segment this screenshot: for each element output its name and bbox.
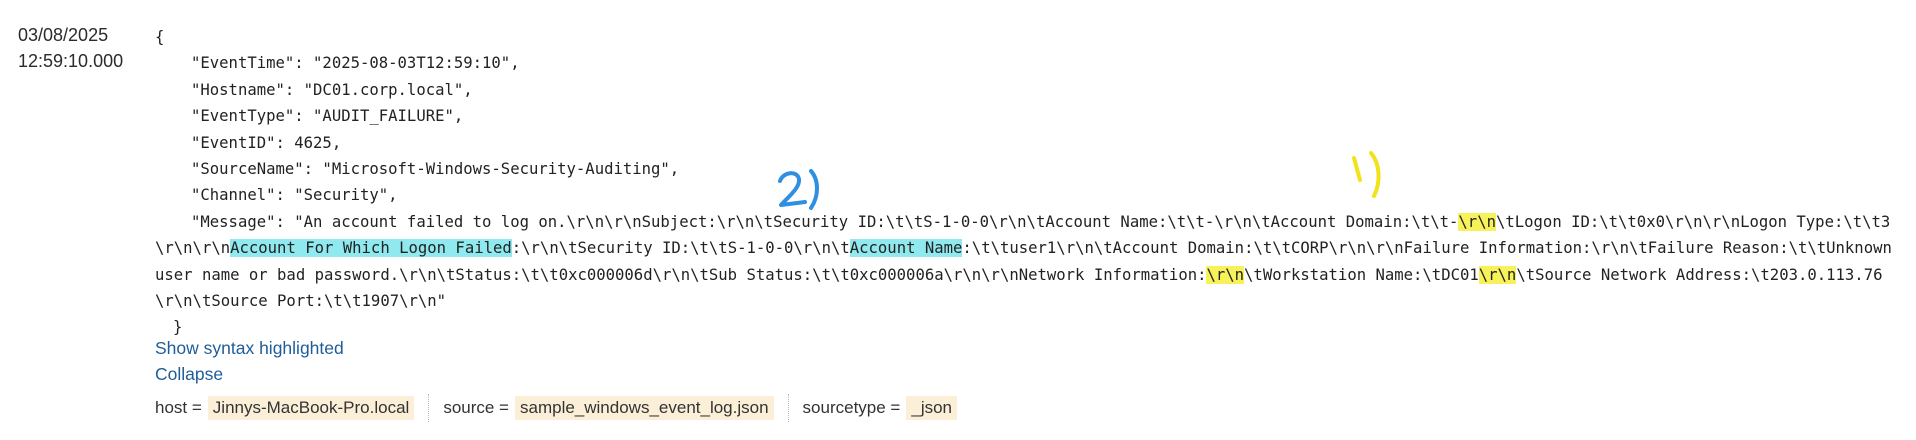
field-host-key: host = xyxy=(155,398,202,417)
json-line-channel: "Channel": "Security", xyxy=(191,186,398,205)
message-highlight-account-name: Account Name xyxy=(849,239,963,258)
annotation-1 xyxy=(1352,151,1381,198)
message-highlight-crlf: \r\n xyxy=(1458,212,1496,231)
message-text: :\r\n\tSecurity ID:\t\tS-1-0-0\r\n\t xyxy=(511,239,850,258)
annotation-2 xyxy=(778,169,819,210)
annotation-2-paren xyxy=(809,169,819,210)
json-line-hostname: "Hostname": "DC01.corp.local", xyxy=(191,80,473,99)
json-line-message: "Message": "An account failed to log on.… xyxy=(155,209,1900,315)
json-line-eventid: "EventID": 4625, xyxy=(191,133,342,152)
field-source-key: source = xyxy=(443,398,509,417)
message-highlight-account-failed: Account For Which Logon Failed xyxy=(230,239,512,258)
json-line-eventtime: "EventTime": "2025-08-03T12:59:10", xyxy=(191,54,520,73)
message-text: \tWorkstation Name:\tDC01 xyxy=(1244,265,1479,284)
annotation-1-digit xyxy=(1352,156,1362,182)
json-line-eventtype: "EventType": "AUDIT_FAILURE", xyxy=(191,107,464,126)
json-close-brace: } xyxy=(173,318,183,337)
field-host: host = Jinnys-MacBook-Pro.local xyxy=(155,394,430,422)
field-source-value[interactable]: sample_windows_event_log.json xyxy=(515,396,774,420)
field-sourcetype: sourcetype = _json xyxy=(803,394,971,422)
event-time: 12:59:10.000 xyxy=(18,51,124,71)
field-host-value[interactable]: Jinnys-MacBook-Pro.local xyxy=(207,396,415,420)
json-open-brace: { xyxy=(155,28,165,46)
field-sourcetype-key: sourcetype = xyxy=(802,398,901,417)
event-json: { "EventTime": "2025-08-03T12:59:10", "H… xyxy=(155,24,1900,341)
event-timestamp: 03/08/2025 12:59:10.000 xyxy=(18,22,123,74)
field-sourcetype-value[interactable]: _json xyxy=(906,396,957,420)
message-highlight-crlf: \r\n xyxy=(1206,265,1245,284)
collapse-link[interactable]: Collapse xyxy=(155,364,223,385)
annotation-1-paren xyxy=(1369,151,1381,198)
field-source: source = sample_windows_event_log.json xyxy=(443,394,789,422)
annotation-2-digit xyxy=(778,171,807,207)
json-line-sourcename: "SourceName": "Microsoft-Windows-Securit… xyxy=(191,160,680,179)
event-date: 03/08/2025 xyxy=(18,25,109,45)
message-highlight-crlf: \r\n xyxy=(1478,265,1517,284)
show-syntax-highlighted-link[interactable]: Show syntax highlighted xyxy=(155,338,344,359)
event-fields: host = Jinnys-MacBook-Pro.local source =… xyxy=(155,394,985,422)
